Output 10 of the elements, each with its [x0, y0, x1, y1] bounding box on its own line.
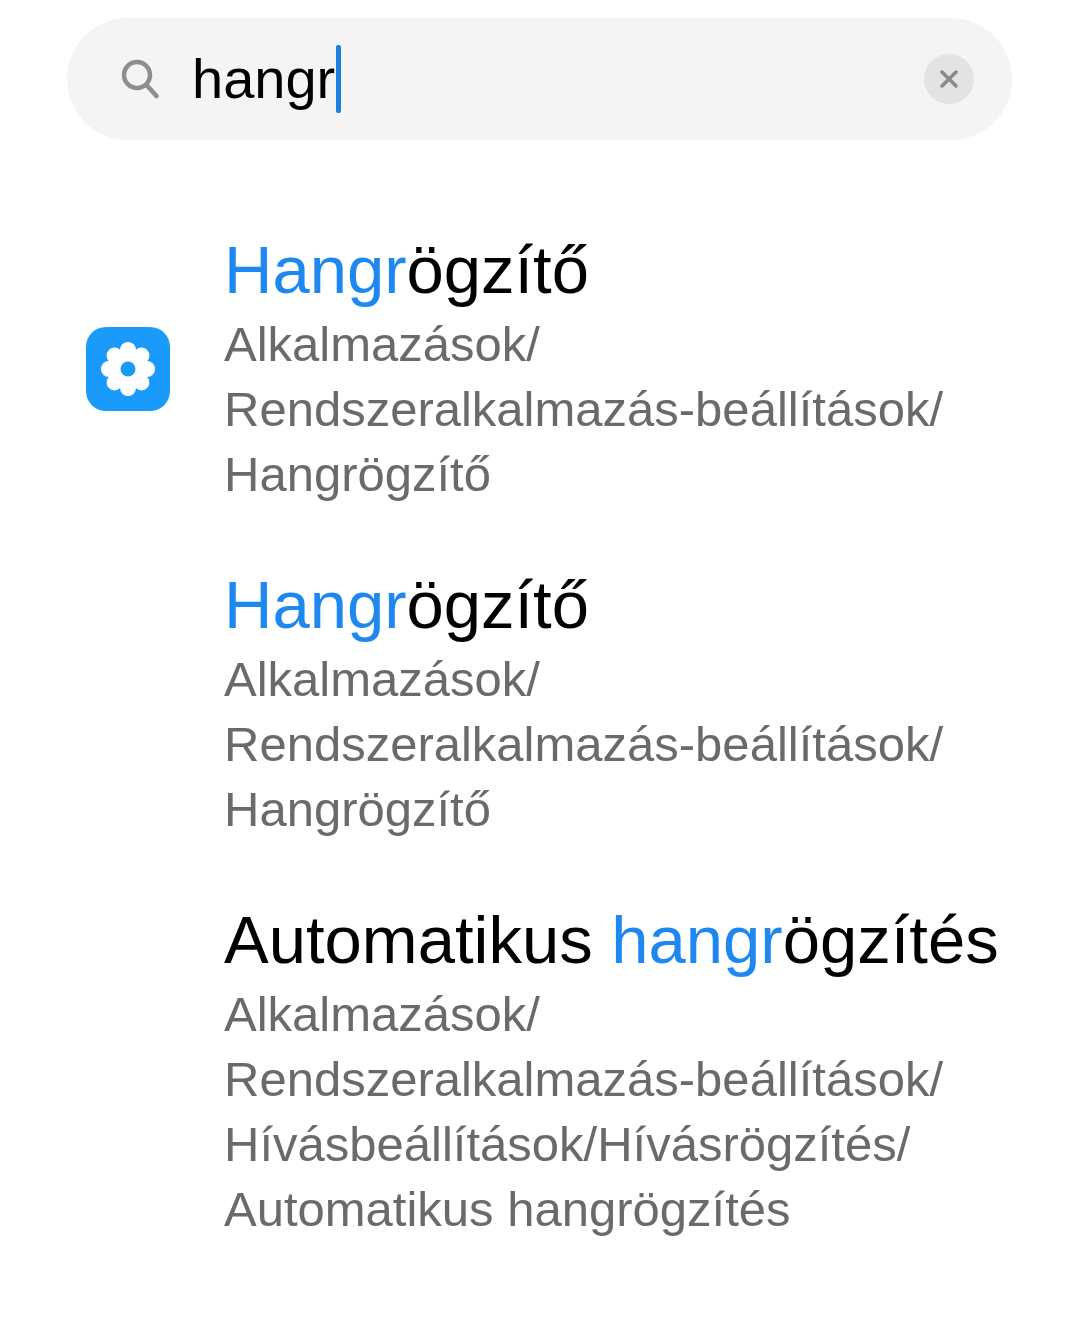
clear-button[interactable] — [924, 54, 974, 104]
result-path: Alkalmazások/Rendszeralkalmazás-beállítások/Hívásbeállítások/Hívásrögzítés/Automatikus hangrögzítés — [224, 986, 944, 1238]
search-field[interactable]: hangr — [67, 18, 1012, 140]
result-title: Hangrögzítő — [224, 566, 590, 644]
result-title: Automatikus hangrögzítés — [224, 901, 1000, 979]
close-icon — [940, 70, 958, 88]
result-title: Hangrögzítő — [224, 231, 590, 309]
result-path: Alkalmazások/Rendszeralkalmazás-beállítások/Hangrögzítő — [224, 651, 944, 838]
search-icon — [120, 58, 160, 100]
result-path: Alkalmazások/Rendszeralkalmazás-beállítások/Hangrögzítő — [224, 316, 944, 503]
